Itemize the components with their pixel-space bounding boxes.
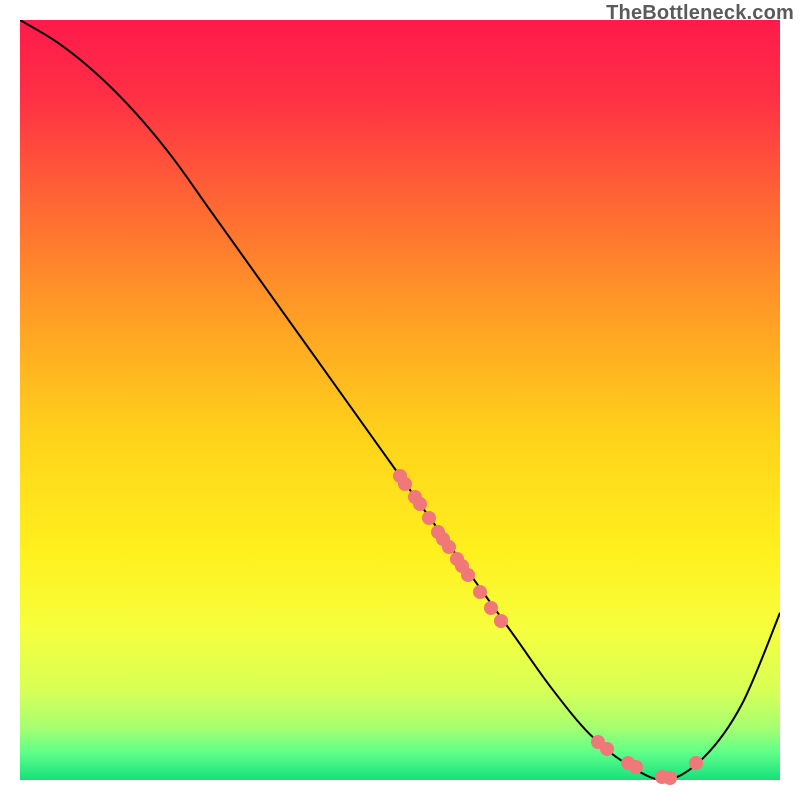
scatter-point [494, 614, 508, 628]
scatter-point [689, 756, 703, 770]
scatter-point [398, 477, 412, 491]
scatter-point [663, 771, 677, 785]
scatter-point [473, 585, 487, 599]
scatter-point [600, 742, 614, 756]
heatmap-gradient [20, 20, 780, 780]
scatter-point [484, 601, 498, 615]
plot-area [20, 20, 780, 780]
chart-container: TheBottleneck.com [0, 0, 800, 800]
scatter-point [422, 511, 436, 525]
scatter-point [413, 497, 427, 511]
scatter-point [629, 760, 643, 774]
scatter-point [461, 568, 475, 582]
